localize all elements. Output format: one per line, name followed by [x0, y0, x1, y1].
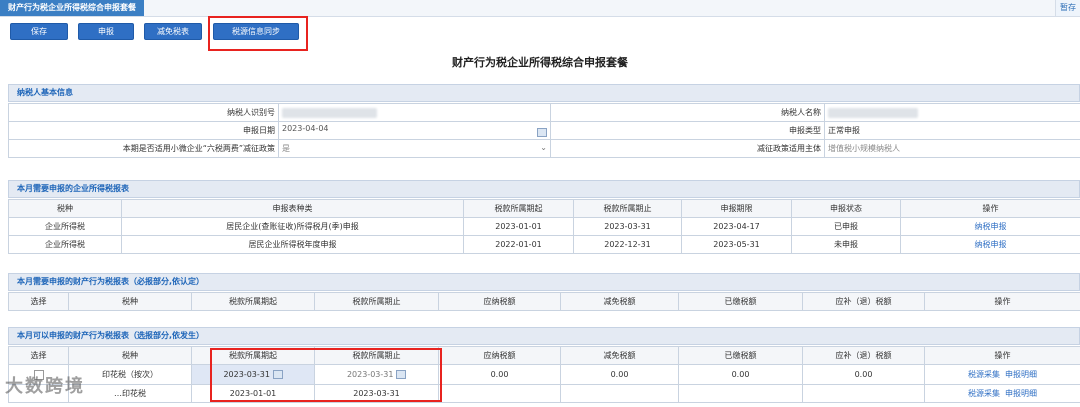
col-header: 应补（退）税额	[802, 292, 925, 311]
tax-cell: 企业所得税	[8, 235, 122, 254]
col-header: 减免税额	[560, 292, 679, 311]
policy-subject-label: 减征政策适用主体	[550, 139, 825, 158]
tax-declare-link[interactable]: 纳税申报	[900, 217, 1080, 236]
highlight-box-sync	[208, 16, 308, 51]
declare-detail-link[interactable]: 申报明细	[1005, 389, 1037, 398]
monthly-cit-table: 税种 申报表种类 税款所属期起 税款所属期止 申报期限 申报状态 操作 企业所得…	[8, 199, 1080, 254]
col-header: 税种	[68, 292, 192, 311]
table-row: 印花税（按次） 2023-03-31 2023-03-31 0.00 0.00 …	[8, 364, 1080, 385]
col-header: 操作	[924, 346, 1080, 365]
col-header: 税款所属期止	[314, 292, 439, 311]
col-header: 应纳税额	[438, 292, 561, 311]
calendar-icon[interactable]	[537, 128, 547, 137]
due-cell: 0.00	[802, 364, 925, 385]
redacted-id	[282, 107, 377, 118]
taxpayer-id-label: 纳税人识别号	[8, 103, 279, 122]
col-header: 减免税额	[560, 346, 679, 365]
status-cell: 已申报	[791, 217, 901, 236]
tax-declare-link[interactable]: 纳税申报	[900, 235, 1080, 254]
save-button[interactable]: 保存	[10, 23, 68, 40]
col-header: 税款所属期止	[573, 199, 682, 218]
declare-button[interactable]: 申报	[78, 23, 134, 40]
col-header: 已缴税额	[678, 292, 803, 311]
end-cell: 2022-12-31	[573, 235, 682, 254]
start-cell: 2022-01-01	[463, 235, 574, 254]
due-cell	[802, 384, 925, 403]
declare-detail-link[interactable]: 申报明细	[1005, 370, 1037, 379]
right-label[interactable]: 暂存	[1055, 0, 1080, 16]
col-header: 申报表种类	[121, 199, 464, 218]
col-header: 税款所属期起	[463, 199, 574, 218]
action-cell: 税源采集 申报明细	[924, 384, 1080, 403]
table-row: …印花税 2023-01-01 2023-03-31 税源采集 申报明细	[8, 384, 1080, 403]
relief-cell	[560, 384, 679, 403]
tax-cell: …印花税	[68, 384, 192, 403]
taxpayer-name-value	[824, 103, 1080, 122]
col-header: 选择	[8, 292, 69, 311]
declare-type-value: 正常申报	[824, 121, 1080, 140]
policy-label: 本期是否适用小微企业“六税两费”减征政策	[8, 139, 279, 158]
source-collect-link[interactable]: 税源采集	[968, 370, 1000, 379]
end-cell: 2023-03-31	[573, 217, 682, 236]
watermark-text: 大数跨境	[5, 376, 85, 397]
redacted-name	[828, 107, 918, 118]
col-header: 选择	[8, 346, 69, 365]
policy-select-value: 是	[282, 144, 290, 153]
source-collect-link[interactable]: 税源采集	[968, 389, 1000, 398]
page-title: 财产行为税企业所得税综合申报套餐	[452, 56, 628, 69]
col-header: 操作	[924, 292, 1080, 311]
paid-cell	[678, 384, 803, 403]
required-tax-table: 选择 税种 税款所属期起 税款所属期止 应纳税额 减免税额 已缴税额 应补（退）…	[8, 292, 1080, 311]
paid-cell: 0.00	[678, 364, 803, 385]
declare-date-label: 申报日期	[8, 121, 279, 140]
action-cell: 税源采集 申报明细	[924, 364, 1080, 385]
taxpayer-info-table: 纳税人识别号 纳税人名称 申报日期 2023-04-04 申报类型 正常申报 本…	[8, 103, 1080, 158]
section-taxpayer-title: 纳税人基本信息	[8, 84, 1080, 102]
declare-date-field[interactable]: 2023-04-04	[278, 121, 551, 140]
col-header: 应补（退）税额	[802, 346, 925, 365]
form-cell: 居民企业(查账征收)所得税月(季)申报	[121, 217, 464, 236]
col-header: 已缴税额	[678, 346, 803, 365]
section-optional-title: 本月可以申报的财产行为税报表（选报部分,依发生）	[8, 327, 1080, 345]
tax-cell: 印花税（按次）	[68, 364, 192, 385]
section-required-title: 本月需要申报的财产行为税报表（必报部分,依认定）	[8, 273, 1080, 291]
payable-cell	[438, 384, 561, 403]
col-header: 税款所属期起	[191, 292, 315, 311]
col-header: 应纳税额	[438, 346, 561, 365]
col-header: 税种	[8, 199, 122, 218]
window-tab[interactable]: 财产行为税企业所得税综合申报套餐	[0, 0, 144, 16]
relief-cell: 0.00	[560, 364, 679, 385]
taxpayer-id-value	[278, 103, 551, 122]
deadline-cell: 2023-04-17	[681, 217, 792, 236]
start-cell: 2023-01-01	[463, 217, 574, 236]
section-monthly-title: 本月需要申报的企业所得税报表	[8, 180, 1080, 198]
highlight-box-period	[210, 348, 442, 402]
declare-type-label: 申报类型	[550, 121, 825, 140]
payable-cell: 0.00	[438, 364, 561, 385]
declare-date-value: 2023-04-04	[282, 124, 329, 133]
table-row: 企业所得税 居民企业(查账征收)所得税月(季)申报 2023-01-01 202…	[8, 217, 1080, 236]
col-header: 申报期限	[681, 199, 792, 218]
taxpayer-name-label: 纳税人名称	[550, 103, 825, 122]
window-titlebar: 财产行为税企业所得税综合申报套餐 暂存	[0, 0, 1080, 17]
policy-subject-value: 增值税小规模纳税人	[824, 139, 1080, 158]
table-row: 企业所得税 居民企业所得税年度申报 2022-01-01 2022-12-31 …	[8, 235, 1080, 254]
form-cell: 居民企业所得税年度申报	[121, 235, 464, 254]
relief-table-button[interactable]: 减免税表	[144, 23, 202, 40]
policy-select[interactable]: 是 ⌄	[278, 139, 551, 158]
chevron-down-icon: ⌄	[540, 143, 547, 152]
col-header: 操作	[900, 199, 1080, 218]
optional-tax-table: 选择 税种 税款所属期起 税款所属期止 应纳税额 减免税额 已缴税额 应补（退）…	[8, 346, 1080, 403]
status-cell: 未申报	[791, 235, 901, 254]
col-header: 申报状态	[791, 199, 901, 218]
tax-cell: 企业所得税	[8, 217, 122, 236]
deadline-cell: 2023-05-31	[681, 235, 792, 254]
col-header: 税种	[68, 346, 192, 365]
toolbar: 保存 申报 减免税表 税源信息同步	[0, 17, 1080, 47]
